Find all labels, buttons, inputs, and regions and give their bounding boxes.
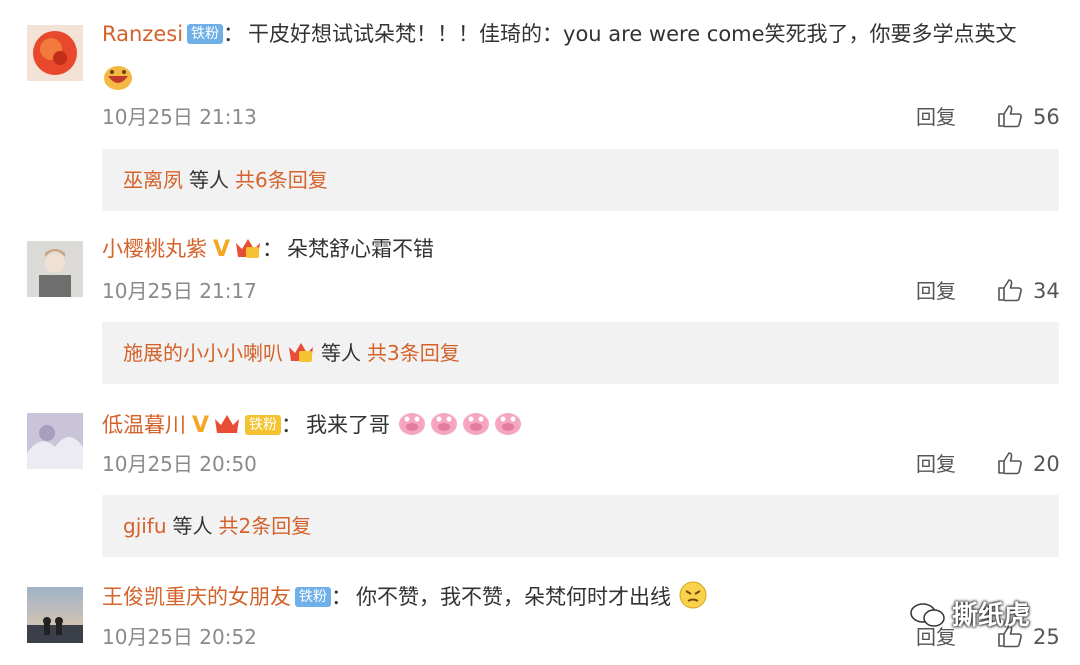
like-count: 56	[1033, 105, 1060, 129]
like-count: 20	[1033, 452, 1060, 476]
like-count: 25	[1033, 625, 1060, 649]
comment-text: 干皮好想试试朵梵！！！佳琦的：you are were come笑死我了，你要多…	[248, 22, 1017, 46]
avatar[interactable]	[27, 241, 83, 297]
sub-replies[interactable]: gjifu 等人 共2条回复	[102, 495, 1059, 557]
username[interactable]: 王俊凯重庆的女朋友	[102, 585, 291, 609]
avatar[interactable]	[27, 413, 83, 469]
sub-reply-user[interactable]: gjifu	[123, 514, 167, 538]
sub-replies[interactable]: 施展的小小小喇叭 等人 共3条回复	[102, 322, 1059, 384]
reply-button[interactable]: 回复	[916, 450, 956, 478]
sub-reply-user[interactable]: 施展的小小小喇叭	[123, 341, 283, 365]
shrug-emoji-icon	[678, 580, 708, 618]
like-count: 34	[1033, 279, 1060, 303]
like-button[interactable]: 20	[997, 450, 1060, 478]
comment-text: 你不赞，我不赞，朵梵何时才出线	[356, 585, 671, 609]
comment-text: 我来了哥	[306, 413, 391, 437]
timestamp: 10月25日 21:13	[102, 105, 257, 129]
comment-text: 朵梵舒心霜不错	[287, 237, 435, 261]
timestamp: 10月25日 21:17	[102, 279, 257, 303]
verified-v-icon: V	[213, 237, 231, 262]
sub-reply-user[interactable]: 巫离夙	[123, 168, 183, 192]
thumbs-up-icon	[998, 105, 1022, 128]
wechat-logo-icon	[910, 603, 945, 627]
fan-badge: 铁粉	[187, 24, 224, 44]
watermark: 撕纸虎	[910, 595, 1030, 632]
avatar[interactable]	[27, 587, 83, 643]
comment-header: 低温暮川 V 铁粉：我来了哥	[102, 408, 525, 446]
view-replies-link[interactable]: 共6条回复	[235, 168, 328, 192]
pig-emoji-icon	[397, 408, 525, 446]
reply-button[interactable]: 回复	[916, 103, 956, 131]
fan-badge: 铁粉	[295, 587, 331, 607]
laughing-emoji-icon	[102, 62, 134, 96]
comment-header: Ranzesi 铁粉：干皮好想试试朵梵！！！佳琦的：you are were co…	[102, 22, 1017, 46]
fan-crown-icon	[287, 339, 315, 363]
fan-badge: 铁粉	[245, 415, 282, 435]
reply-button[interactable]: 回复	[916, 277, 956, 305]
avatar[interactable]	[27, 25, 83, 81]
like-button[interactable]: 34	[997, 277, 1060, 305]
view-replies-link[interactable]: 共3条回复	[367, 341, 460, 365]
comment-header: 小樱桃丸紫 V：朵梵舒心霜不错	[102, 234, 434, 265]
thumbs-up-icon	[998, 279, 1022, 302]
username[interactable]: 低温暮川	[102, 413, 186, 437]
timestamp: 10月25日 20:52	[102, 625, 257, 649]
username[interactable]: 小樱桃丸紫	[102, 237, 207, 261]
sub-replies[interactable]: 巫离夙 等人 共6条回复	[102, 149, 1059, 211]
timestamp: 10月25日 20:50	[102, 452, 257, 476]
comment-header: 王俊凯重庆的女朋友 铁粉：你不赞，我不赞，朵梵何时才出线	[102, 580, 708, 618]
like-button[interactable]: 56	[997, 103, 1060, 131]
fan-crown-icon	[213, 411, 241, 435]
fan-crown-icon	[234, 235, 262, 259]
verified-v-icon: V	[192, 413, 210, 438]
view-replies-link[interactable]: 共2条回复	[219, 514, 312, 538]
username[interactable]: Ranzesi	[102, 22, 183, 46]
thumbs-up-icon	[998, 452, 1022, 475]
